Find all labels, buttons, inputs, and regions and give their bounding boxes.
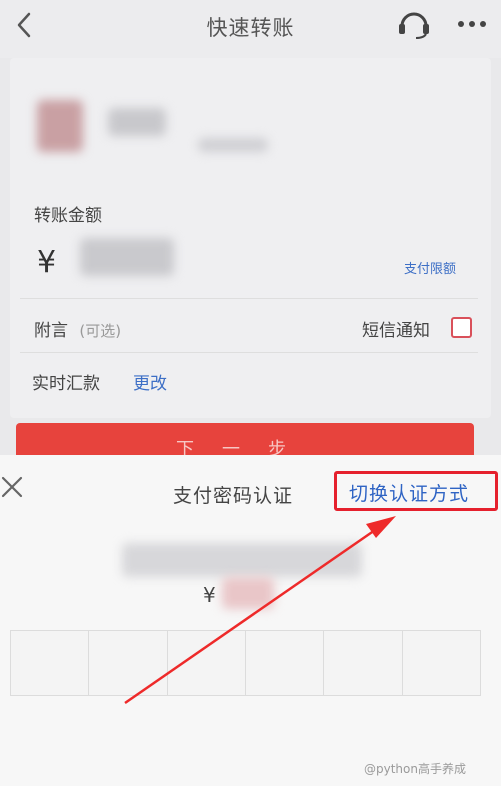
pin-cell[interactable] (168, 631, 246, 695)
quick-transfer-screen: 快速转账 转账金额 ¥ 支付限额 附言 (可选) 短信通知 实时汇款 更改 下一… (0, 0, 501, 786)
payee-info-redacted (122, 543, 362, 577)
pin-cell[interactable] (11, 631, 90, 695)
more-dots-icon[interactable] (454, 11, 490, 37)
sheet-currency-symbol: ¥ (203, 583, 216, 607)
recipient-account-redacted (198, 138, 268, 152)
realtime-remit-label: 实时汇款 (32, 374, 100, 394)
top-nav-bar: 快速转账 (0, 0, 501, 58)
recipient-name-redacted (108, 108, 166, 136)
password-input-row[interactable] (10, 630, 481, 696)
sms-notify-checkbox[interactable] (451, 317, 472, 338)
pin-cell[interactable] (89, 631, 168, 695)
payment-limit-link[interactable]: 支付限额 (404, 258, 456, 277)
sheet-amount-redacted (222, 577, 274, 609)
currency-symbol: ¥ (37, 245, 57, 280)
remark-label-text: 附言 (34, 321, 68, 341)
amount-value-redacted[interactable] (80, 238, 174, 276)
change-remit-mode-link[interactable]: 更改 (133, 369, 167, 394)
close-icon[interactable] (0, 475, 24, 499)
amount-label: 转账金额 (34, 206, 102, 226)
switch-auth-method-label: 切换认证方式 (349, 483, 470, 505)
divider (20, 298, 478, 299)
sms-notify-label: 短信通知 (362, 321, 430, 341)
pin-cell[interactable] (403, 631, 480, 695)
headset-icon[interactable] (396, 8, 432, 40)
password-auth-sheet: 支付密码认证 切换认证方式 ¥ (0, 455, 501, 786)
remark-label: 附言 (可选) (34, 316, 121, 341)
pin-cell[interactable] (246, 631, 325, 695)
watermark: @python高手养成 (364, 762, 466, 776)
recipient-avatar-redacted (37, 100, 83, 152)
pin-cell[interactable] (324, 631, 403, 695)
remark-optional-hint: (可选) (79, 322, 122, 340)
divider (20, 352, 478, 353)
sheet-title: 支付密码认证 (173, 485, 294, 507)
switch-auth-method-button[interactable]: 切换认证方式 (334, 471, 498, 511)
